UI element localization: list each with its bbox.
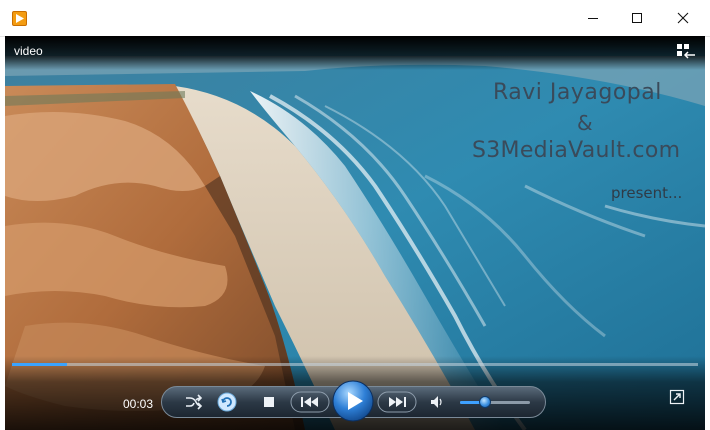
play-icon[interactable] <box>332 380 374 422</box>
transport-controls: 00:03 <box>5 356 705 430</box>
overlay-line-1: Ravi Jayagopal <box>493 80 662 105</box>
next-icon[interactable] <box>377 391 417 413</box>
shuffle-icon[interactable] <box>185 394 203 410</box>
repeat-icon[interactable] <box>217 392 237 412</box>
maximize-icon <box>632 13 642 23</box>
stop-icon[interactable] <box>262 395 276 409</box>
seek-progress <box>12 363 67 366</box>
volume-icon[interactable] <box>429 394 445 410</box>
minimize-button[interactable] <box>570 0 616 36</box>
overlay-line-2: & <box>577 111 593 135</box>
minimize-icon <box>588 18 598 19</box>
current-time: 00:03 <box>123 397 154 411</box>
media-player-icon[interactable] <box>12 11 27 26</box>
fullscreen-icon[interactable] <box>669 389 685 405</box>
maximize-button[interactable] <box>614 0 660 36</box>
close-button[interactable] <box>660 0 706 36</box>
overlay-line-4: present... <box>611 184 683 202</box>
video-area[interactable]: video Ravi Jayagopal & S3MediaVault.com … <box>5 36 705 430</box>
seek-bar[interactable] <box>12 363 698 366</box>
overlay-line-3: S3MediaVault.com <box>472 138 681 163</box>
switch-to-library-icon[interactable] <box>676 42 696 60</box>
volume-slider-thumb[interactable] <box>478 396 491 408</box>
video-title-label: video <box>14 44 43 58</box>
video-top-bar <box>5 36 705 70</box>
title-bar <box>0 0 710 37</box>
close-icon <box>677 12 689 24</box>
volume-slider[interactable] <box>460 401 530 404</box>
previous-icon[interactable] <box>290 391 330 413</box>
